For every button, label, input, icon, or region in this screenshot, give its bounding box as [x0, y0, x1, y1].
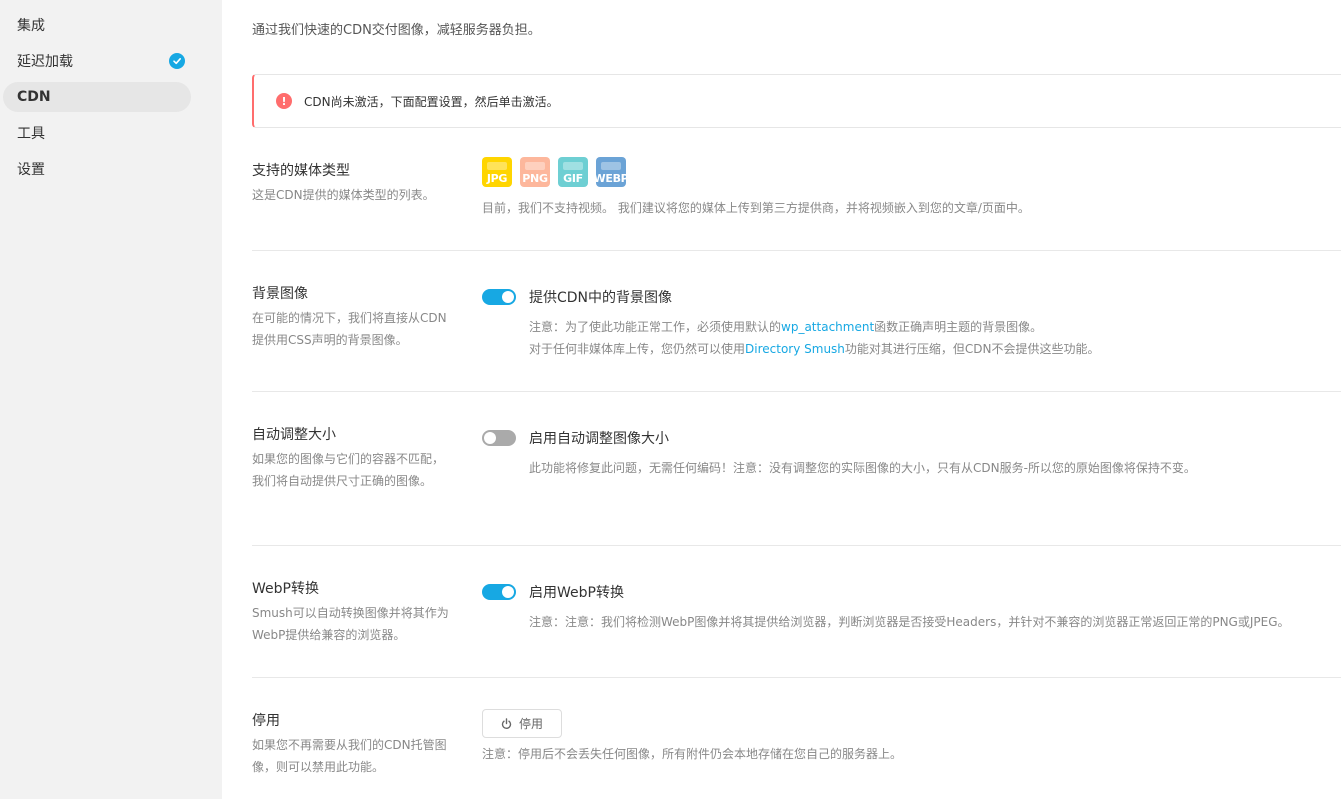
gif-icon: GIF	[558, 157, 588, 187]
check-icon	[169, 53, 185, 69]
sidebar-item-label: 延迟加载	[17, 54, 73, 70]
toggle-knob	[502, 586, 514, 598]
background-images-note-1: 注意：为了使此功能正常工作，必须使用默认的wp_attachment函数正确声明…	[529, 320, 1043, 334]
webp-note: 注意：注意：我们将检测WebP图像并将其提供给浏览器，判断浏览器是否接受Head…	[529, 615, 1290, 629]
auto-resize-title: 自动调整大小	[252, 427, 336, 443]
background-images-note-2: 对于任何非媒体库上传，您仍然可以使用Directory Smush功能对其进行压…	[529, 342, 1100, 356]
intro-text: 通过我们快速的CDN交付图像，减轻服务器负担。	[252, 23, 541, 38]
png-icon: PNG	[520, 157, 550, 187]
media-types-title: 支持的媒体类型	[252, 163, 350, 179]
webp-icon: WEBP	[596, 157, 626, 187]
sidebar-item-label: 设置	[17, 162, 45, 178]
deactivate-title: 停用	[252, 713, 280, 729]
toggle-knob	[484, 432, 496, 444]
media-types-desc: 这是CDN提供的媒体类型的列表。	[252, 188, 435, 202]
divider	[252, 677, 1341, 678]
webp-title: WebP转换	[252, 581, 319, 597]
notice-text: CDN尚未激活，下面配置设置，然后单击激活。	[304, 94, 559, 109]
background-images-desc: 在可能的情况下，我们将直接从CDN提供用CSS声明的背景图像。	[252, 311, 447, 347]
media-type-badges: JPG PNG GIF WEBP	[482, 157, 626, 187]
background-images-toggle[interactable]	[482, 289, 516, 305]
auto-resize-toggle[interactable]	[482, 430, 516, 446]
cdn-inactive-notice: ! CDN尚未激活，下面配置设置，然后单击激活。	[252, 74, 1341, 128]
media-types-note: 目前，我们不支持视频。 我们建议将您的媒体上传到第三方提供商，并将视频嵌入到您的…	[482, 201, 1030, 215]
main-content: 通过我们快速的CDN交付图像，减轻服务器负担。 ! CDN尚未激活，下面配置设置…	[222, 0, 1341, 799]
webp-desc: Smush可以自动转换图像并将其作为WebP提供给兼容的浏览器。	[252, 606, 449, 642]
webp-toggle-label[interactable]: 启用WebP转换	[529, 582, 624, 602]
jpg-icon: JPG	[482, 157, 512, 187]
sidebar-item-lazy-load[interactable]: 延迟加载	[3, 46, 191, 76]
warning-icon: !	[276, 93, 292, 109]
sidebar-item-integrations[interactable]: 集成	[3, 10, 191, 40]
sidebar-item-label: 集成	[17, 18, 45, 34]
deactivate-button[interactable]: 停用	[482, 709, 562, 738]
directory-smush-link[interactable]: Directory Smush	[745, 342, 845, 356]
divider	[252, 250, 1341, 251]
sidebar-item-cdn[interactable]: CDN	[3, 82, 191, 112]
wp-attachment-link[interactable]: wp_attachment	[781, 320, 874, 334]
deactivate-note: 注意：停用后不会丢失任何图像，所有附件仍会本地存储在您自己的服务器上。	[482, 747, 903, 761]
auto-resize-toggle-label[interactable]: 启用自动调整图像大小	[529, 428, 669, 448]
deactivate-desc: 如果您不再需要从我们的CDN托管图像，则可以禁用此功能。	[252, 738, 447, 774]
sidebar-item-label: 工具	[17, 126, 45, 142]
power-icon	[501, 717, 512, 730]
divider	[252, 545, 1341, 546]
background-images-title: 背景图像	[252, 286, 308, 302]
background-images-toggle-label[interactable]: 提供CDN中的背景图像	[529, 287, 672, 307]
sidebar-item-tools[interactable]: 工具	[3, 118, 191, 148]
auto-resize-note: 此功能将修复此问题，无需任何编码！注意：没有调整您的实际图像的大小，只有从CDN…	[529, 461, 1196, 475]
sidebar-item-label: CDN	[17, 89, 51, 105]
sidebar-item-settings[interactable]: 设置	[3, 154, 191, 184]
deactivate-button-label: 停用	[518, 717, 543, 731]
webp-toggle[interactable]	[482, 584, 516, 600]
divider	[252, 391, 1341, 392]
auto-resize-desc: 如果您的图像与它们的容器不匹配，我们将自动提供尺寸正确的图像。	[252, 452, 445, 488]
sidebar: 集成 延迟加载 CDN 工具 设置	[0, 0, 222, 799]
toggle-knob	[502, 291, 514, 303]
